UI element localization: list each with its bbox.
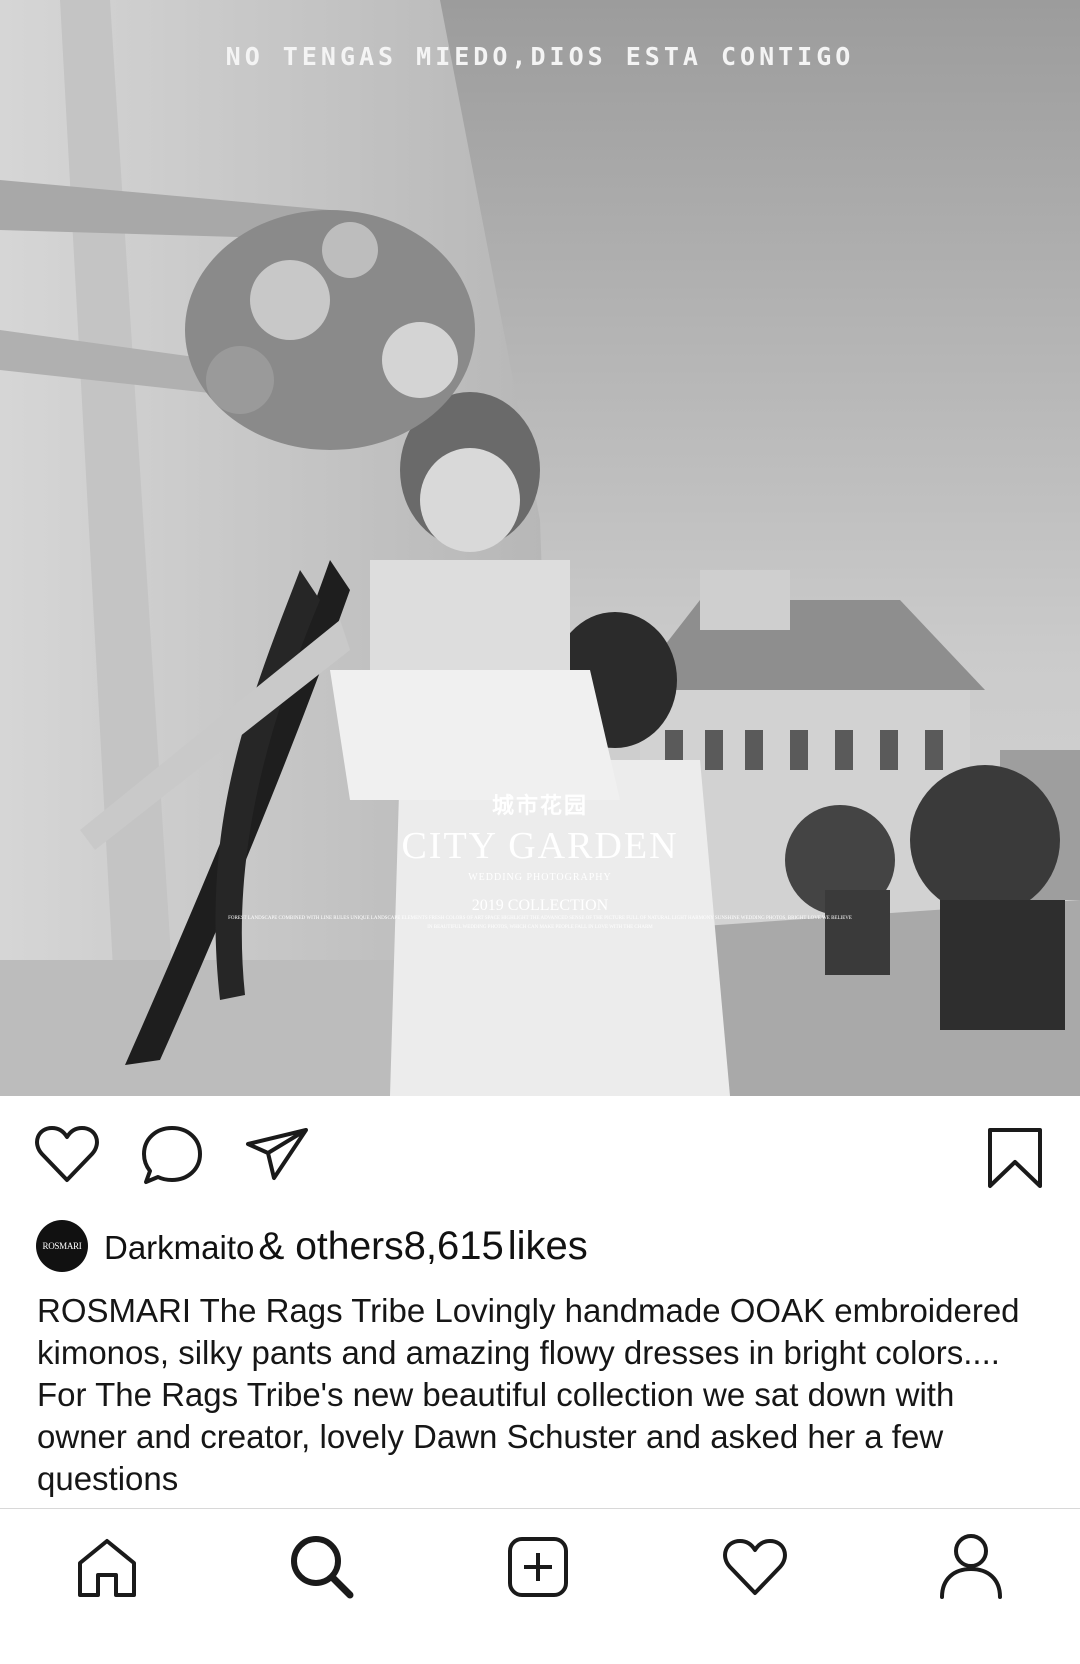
- post-action-bar: [0, 1110, 1080, 1200]
- send-icon[interactable]: [244, 1126, 310, 1182]
- brand-watermark: 城市花园 CITY GARDEN WEDDING PHOTOGRAPHY 201…: [340, 788, 740, 915]
- post-photo[interactable]: NO TENGAS MIEDO,DIOS ESTA CONTIGO 城市花园 C…: [0, 0, 1080, 1096]
- add-post-icon[interactable]: [506, 1535, 570, 1599]
- post-headline: NO TENGAS MIEDO,DIOS ESTA CONTIGO: [225, 42, 855, 71]
- profile-icon[interactable]: [938, 1531, 1004, 1601]
- brand-chinese-name: 城市花园: [491, 794, 588, 819]
- liker-username[interactable]: Darkmaito: [104, 1229, 254, 1266]
- search-icon[interactable]: [288, 1533, 356, 1601]
- comment-icon[interactable]: [140, 1124, 204, 1186]
- brand-subtitle: WEDDING PHOTOGRAPHY: [468, 872, 612, 883]
- post-caption: ROSMARI The Rags Tribe Lovingly handmade…: [37, 1290, 1047, 1500]
- activity-icon[interactable]: [722, 1537, 788, 1597]
- brand-collection: 2019 COLLECTION: [471, 897, 609, 914]
- brand-name: CITY GARDEN: [401, 825, 679, 867]
- likes-connector: & others: [258, 1224, 404, 1268]
- caption-username[interactable]: ROSMARI: [37, 1292, 191, 1329]
- home-icon[interactable]: [74, 1535, 140, 1601]
- likes-count: 8,615: [403, 1223, 504, 1268]
- likes-summary[interactable]: Darkmaito & others8,615 likes: [104, 1224, 588, 1269]
- heart-icon[interactable]: [34, 1124, 100, 1184]
- brand-fine-print: FOREST LANDSCAPE COMBINED WITH LINE RULE…: [228, 916, 852, 930]
- likes-suffix: likes: [507, 1223, 588, 1268]
- likes-row: ROSMARI Darkmaito & others8,615 likes: [36, 1218, 588, 1274]
- bottom-tab-bar: [0, 1508, 1080, 1664]
- avatar[interactable]: ROSMARI: [36, 1220, 88, 1272]
- bookmark-icon[interactable]: [986, 1126, 1044, 1190]
